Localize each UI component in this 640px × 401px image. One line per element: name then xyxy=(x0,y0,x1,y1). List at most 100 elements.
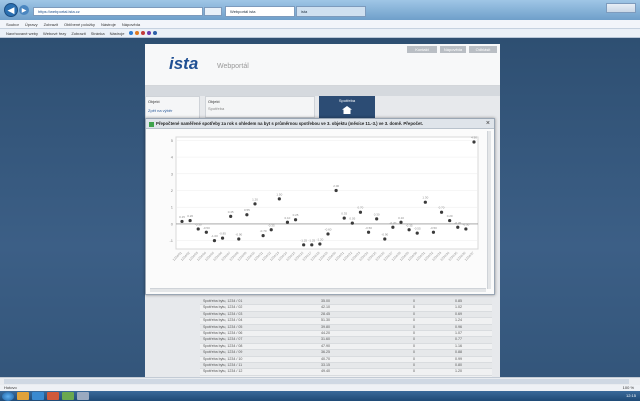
table-cell: Spotřeba bytu, 1234 / 07 xyxy=(203,337,243,342)
step-consumption[interactable]: Spotřeba xyxy=(319,96,375,118)
y-tick-label: 1 xyxy=(171,205,174,210)
address-bar[interactable]: https://webportal.ista.cz xyxy=(33,7,203,16)
data-point xyxy=(261,234,265,238)
table-cell: Spotřeba bytu, 1234 / 08 xyxy=(203,343,243,348)
table-cell: 0 xyxy=(413,343,415,348)
data-label: -0.30 xyxy=(462,222,469,226)
data-label: 0.20 xyxy=(187,214,193,218)
table-cell: 0 xyxy=(413,318,415,323)
step-object-text: Spotřeba xyxy=(208,106,225,111)
y-tick-label: 3 xyxy=(171,171,174,176)
data-label: 0.20 xyxy=(447,214,453,218)
table-cell: 0.99 xyxy=(455,356,462,361)
browser-tab-active[interactable]: Webportál ista xyxy=(225,6,295,17)
data-point xyxy=(350,221,354,225)
app-icon[interactable] xyxy=(62,392,74,400)
data-label: -1.20 xyxy=(316,237,323,241)
data-point xyxy=(472,140,476,144)
close-icon[interactable]: × xyxy=(486,120,490,127)
contact-button[interactable]: Kontakt xyxy=(407,46,437,53)
table-cell: 35.00 xyxy=(321,299,330,303)
back-button[interactable]: ◀ xyxy=(4,3,18,17)
data-point xyxy=(204,230,208,234)
dialog-vertical-scrollbar[interactable] xyxy=(487,131,491,289)
start-button[interactable] xyxy=(2,391,14,401)
table-cell: 0.69 xyxy=(455,311,462,316)
home-icon[interactable] xyxy=(129,31,134,35)
data-point xyxy=(383,237,387,241)
step-object[interactable]: Objekt Spotřeba xyxy=(205,96,315,118)
data-point xyxy=(196,227,200,231)
favorites-item[interactable]: Nástroje xyxy=(110,29,125,38)
data-label: 0.45 xyxy=(228,210,234,214)
mail-icon[interactable] xyxy=(141,31,146,35)
print-icon[interactable] xyxy=(147,31,152,35)
portal-subtitle: Webportál xyxy=(217,63,249,70)
data-point xyxy=(423,200,427,204)
data-label: 0.30 xyxy=(374,212,380,216)
browser-tab[interactable]: ista xyxy=(296,6,366,17)
forward-button[interactable]: ▶ xyxy=(19,5,29,15)
table-cell: 1.24 xyxy=(455,318,462,323)
object-box-label: Objekt xyxy=(148,99,160,104)
table-cell: 0 xyxy=(413,330,415,335)
data-point xyxy=(334,188,338,193)
data-label: -1.25 xyxy=(308,238,315,242)
menu-item[interactable]: Nástroje xyxy=(101,20,116,28)
table-cell: 0 xyxy=(413,311,415,316)
favorites-item[interactable]: Stránka xyxy=(91,29,105,38)
table-cell: 0 xyxy=(413,337,415,342)
chart-dialog-title-text: Přepočtené naměřené spotřeby za rok s oh… xyxy=(156,121,423,126)
portal-header: ista Webportál Kontakt Nápověda Odhlásit xyxy=(145,44,500,86)
table-cell: Spotřeba bytu, 1234 / 06 xyxy=(203,330,243,335)
media-icon[interactable] xyxy=(47,392,59,400)
menu-item[interactable]: Soubor xyxy=(6,20,19,28)
table-cell: Spotřeba bytu, 1234 / 03 xyxy=(203,311,243,316)
data-label: -0.50 xyxy=(430,226,437,230)
feed-icon[interactable] xyxy=(135,31,140,35)
window-controls[interactable] xyxy=(606,3,636,13)
data-point xyxy=(342,216,346,220)
menu-item[interactable]: Úpravy xyxy=(25,20,38,28)
table-cell: 39.80 xyxy=(321,324,330,329)
data-point xyxy=(448,218,452,223)
scroll-thumb[interactable] xyxy=(4,379,629,384)
data-label: -1.25 xyxy=(300,238,307,242)
page-horizontal-scrollbar[interactable] xyxy=(0,377,640,385)
y-tick-label: 2 xyxy=(171,188,174,193)
window-icon[interactable] xyxy=(77,392,89,400)
address-tools[interactable] xyxy=(204,7,222,16)
data-point xyxy=(431,230,436,234)
favorites-item[interactable]: Webové řezy xyxy=(43,29,66,38)
data-point xyxy=(293,218,298,222)
favorites-item[interactable]: Navrhované weby xyxy=(6,29,38,38)
menu-item[interactable]: Nápověda xyxy=(122,20,140,28)
table-cell: 44.20 xyxy=(321,330,330,335)
browser-icon[interactable] xyxy=(32,392,44,400)
ista-logo: ista xyxy=(169,54,199,73)
dialog-horizontal-scrollbar[interactable] xyxy=(150,288,486,292)
data-point xyxy=(212,239,217,243)
data-label: -0.70 xyxy=(260,229,267,233)
logout-button[interactable]: Odhlásit xyxy=(469,46,497,53)
data-label: -0.55 xyxy=(414,227,421,231)
data-label: 0.55 xyxy=(244,208,250,212)
data-point xyxy=(415,231,419,235)
help-icon[interactable] xyxy=(153,31,158,35)
menu-item[interactable]: Oblíbené položky xyxy=(64,20,95,28)
table-cell: 33.15 xyxy=(321,362,330,367)
table-cell: 0 xyxy=(413,362,415,367)
favorites-item[interactable]: Zobrazit xyxy=(71,29,85,38)
table-cell: 47.90 xyxy=(321,343,330,348)
data-label: 0.10 xyxy=(398,216,404,220)
consumption-table: Spotřeba bytu, 1234 / 01 35.00 0 0.85 Spotře… xyxy=(200,299,492,377)
table-cell: 0 xyxy=(413,350,415,355)
table-cell: 0 xyxy=(413,369,415,374)
browser-titlebar: ◀ ▶ https://webportal.ista.cz Webportál … xyxy=(0,0,640,20)
back-to-selection-link[interactable]: Zpět na výběr xyxy=(148,108,197,113)
menu-item[interactable]: Zobrazit xyxy=(44,20,58,28)
help-button[interactable]: Nápověda xyxy=(440,46,466,53)
chart-icon xyxy=(149,122,154,127)
folder-icon[interactable] xyxy=(17,392,29,400)
data-point xyxy=(407,228,411,232)
